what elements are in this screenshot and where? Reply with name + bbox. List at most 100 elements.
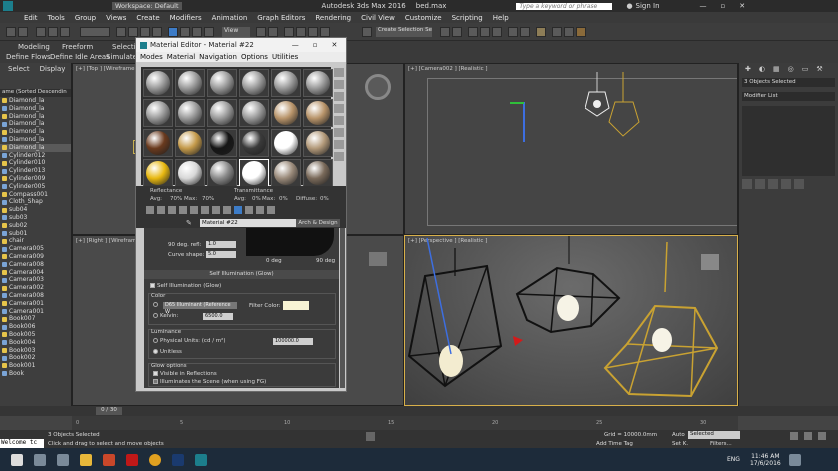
selection-name-field[interactable]: 3 Objects Selected xyxy=(742,78,835,87)
powerpoint-icon[interactable] xyxy=(103,453,115,466)
viewcube-icon[interactable] xyxy=(365,74,391,100)
put-to-scene-icon[interactable] xyxy=(157,206,165,214)
view-select[interactable]: View xyxy=(222,27,250,37)
ribbon-tab-modeling[interactable]: Modeling xyxy=(18,43,50,51)
ribbon-simulate[interactable]: Simulate xyxy=(106,53,137,61)
material-slot[interactable] xyxy=(271,129,301,157)
sample-type-icon[interactable] xyxy=(334,68,344,77)
sign-in-link[interactable]: Sign In xyxy=(636,2,660,10)
snap-icon[interactable] xyxy=(284,27,294,37)
make-preview-icon[interactable] xyxy=(334,128,344,137)
visible-reflections-checkbox[interactable] xyxy=(153,371,158,376)
configure-sets-icon[interactable] xyxy=(794,179,804,189)
show-end-result-icon[interactable] xyxy=(755,179,765,189)
copy-material-icon[interactable] xyxy=(190,206,198,214)
material-editor-title-bar[interactable]: Material Editor - Material #22 — ▫ ✕ xyxy=(136,38,346,52)
material-editor-minimize[interactable]: — xyxy=(292,41,299,49)
kelvin-radio[interactable] xyxy=(153,313,158,318)
task-view-icon[interactable] xyxy=(57,453,69,466)
move-icon[interactable] xyxy=(168,27,178,37)
scene-explorer-tab-select[interactable]: Select xyxy=(8,65,30,73)
orbit-icon[interactable] xyxy=(818,432,826,440)
scene-list-item[interactable]: Diamond_la xyxy=(0,120,71,128)
menu-graph-editors[interactable]: Graph Editors xyxy=(257,14,305,22)
video-check-icon[interactable] xyxy=(334,116,344,125)
mirror-icon[interactable] xyxy=(440,27,450,37)
scene-list-item[interactable]: Camera001 xyxy=(0,308,71,316)
get-material-icon[interactable] xyxy=(146,206,154,214)
refl-90-field[interactable]: 1.0 xyxy=(206,241,236,248)
self-illum-checkbox-row[interactable]: Self Illumination (Glow) xyxy=(150,283,221,289)
illuminant-dropdown[interactable]: D65 Illuminant (Reference W xyxy=(163,302,237,315)
me-menu-material[interactable]: Material xyxy=(167,53,195,61)
scene-explorer-header[interactable]: ame (Sorted Descendin xyxy=(0,89,71,97)
unitless-radio[interactable] xyxy=(153,349,158,354)
scene-list-item[interactable]: Diamond_la xyxy=(0,105,71,113)
scene-list-item[interactable]: Camera008 xyxy=(0,261,71,269)
scene-list-item[interactable]: Diamond_la xyxy=(0,113,71,121)
material-id-icon[interactable] xyxy=(223,206,231,214)
material-slot[interactable] xyxy=(143,129,173,157)
put-to-library-icon[interactable] xyxy=(212,206,220,214)
percent-snap-icon[interactable] xyxy=(308,27,318,37)
physical-units-radio[interactable] xyxy=(153,338,158,343)
rendered-frame-icon[interactable] xyxy=(564,27,574,37)
menu-edit[interactable]: Edit xyxy=(24,14,38,22)
rect-select-icon[interactable] xyxy=(140,27,150,37)
reset-map-icon[interactable] xyxy=(179,206,187,214)
ribbon-define-idle-areas[interactable]: Define Idle Areas xyxy=(50,53,110,61)
unlink-icon[interactable] xyxy=(48,27,58,37)
utilities-tab-icon[interactable]: ⚒ xyxy=(816,65,822,73)
maximize-button[interactable]: ▫ xyxy=(721,2,726,10)
material-editor-close[interactable]: ✕ xyxy=(332,41,338,49)
scene-list-item[interactable]: Diamond_la xyxy=(0,136,71,144)
scene-list-item[interactable]: Camera002 xyxy=(0,284,71,292)
scene-list-item[interactable]: Cylinder010 xyxy=(0,159,71,167)
me-menu-navigation[interactable]: Navigation xyxy=(199,53,237,61)
eyedropper-icon[interactable]: ✎ xyxy=(186,219,192,227)
undo-icon[interactable] xyxy=(6,27,16,37)
material-slot[interactable] xyxy=(143,69,173,97)
material-slot[interactable] xyxy=(271,159,301,187)
window-crossing-icon[interactable] xyxy=(152,27,162,37)
go-to-parent-icon[interactable] xyxy=(256,206,264,214)
material-editor-icon[interactable] xyxy=(536,27,546,37)
scene-list-item[interactable]: Book001 xyxy=(0,362,71,370)
go-forward-sibling-icon[interactable] xyxy=(267,206,275,214)
menu-group[interactable]: Group xyxy=(75,14,96,22)
set-key-button[interactable]: Set K. xyxy=(672,441,688,447)
spinner-snap-icon[interactable] xyxy=(320,27,330,37)
scene-list-item[interactable]: Camera005 xyxy=(0,245,71,253)
me-menu-modes[interactable]: Modes xyxy=(140,53,163,61)
material-slot[interactable] xyxy=(207,159,237,187)
select-by-material-icon[interactable] xyxy=(334,152,344,161)
curve-editor-icon[interactable] xyxy=(508,27,518,37)
notifications-icon[interactable] xyxy=(788,453,801,466)
material-slot[interactable] xyxy=(271,69,301,97)
redo-icon[interactable] xyxy=(18,27,28,37)
scene-list-item[interactable]: Camera009 xyxy=(0,253,71,261)
scene-list-item[interactable]: Camera004 xyxy=(0,269,71,277)
scene-list-item[interactable]: Book xyxy=(0,370,71,378)
scene-list-item[interactable]: Cylinder013 xyxy=(0,167,71,175)
language-indicator[interactable]: ENG xyxy=(727,456,740,463)
remove-modifier-icon[interactable] xyxy=(781,179,791,189)
material-slot[interactable] xyxy=(239,99,269,127)
physical-units-field[interactable]: 100000.0 xyxy=(273,338,313,345)
scene-list-item[interactable]: Book002 xyxy=(0,354,71,362)
place-icon[interactable] xyxy=(204,27,214,37)
unitless-row[interactable]: Unitless xyxy=(153,349,182,355)
material-slot[interactable] xyxy=(207,129,237,157)
clock-time[interactable]: 11:46 AM xyxy=(751,453,779,460)
clock-date[interactable]: 17/6/2016 xyxy=(750,460,781,467)
app-logo-icon[interactable] xyxy=(3,1,13,11)
zoom-icon[interactable] xyxy=(790,432,798,440)
scale-icon[interactable] xyxy=(192,27,202,37)
material-slot[interactable] xyxy=(207,69,237,97)
visible-reflections-row[interactable]: Visible in Reflections xyxy=(153,371,217,377)
schematic-view-icon[interactable] xyxy=(520,27,530,37)
me-menu-utilities[interactable]: Utilities xyxy=(272,53,298,61)
kelvin-radio-row[interactable]: Kelvin: xyxy=(153,313,178,319)
menu-customize[interactable]: Customize xyxy=(405,14,442,22)
scene-list-item[interactable]: Camera001 xyxy=(0,300,71,308)
